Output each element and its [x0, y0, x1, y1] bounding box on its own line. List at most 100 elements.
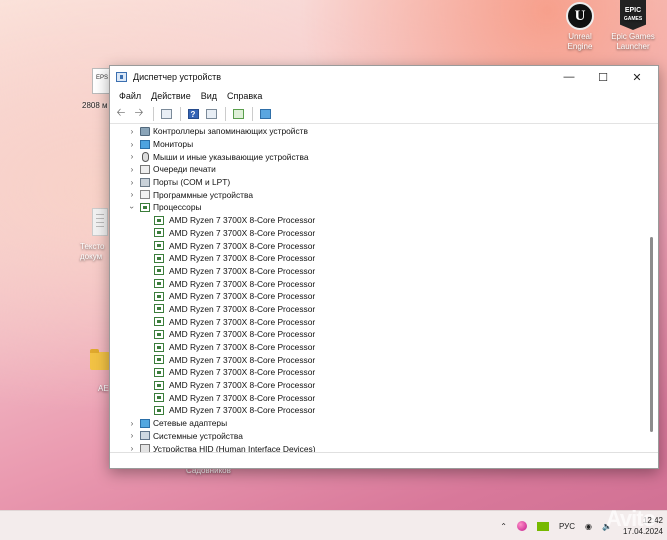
ports-icon — [140, 177, 150, 187]
network-adapter-icon — [140, 418, 150, 428]
network-icon[interactable]: ◉ — [585, 522, 592, 531]
tree-item-label: Сетевые адаптеры — [153, 418, 228, 429]
tree-item-label: Порты (COM и LPT) — [153, 177, 231, 188]
processor-icon — [154, 329, 164, 339]
monitor-icon[interactable] — [257, 106, 273, 122]
tree-category-ports[interactable]: › Порты (COM и LPT) — [111, 176, 641, 189]
desktop-icon-unreal-engine[interactable]: U Unreal Engine — [558, 2, 602, 52]
back-icon[interactable]: 🡠 — [113, 106, 129, 122]
chevron-right-icon[interactable]: › — [127, 165, 137, 174]
tree-category-print-queues[interactable]: › Очереди печати — [111, 163, 641, 176]
processor-icon — [154, 291, 164, 301]
tree-item-processor[interactable]: AMD Ryzen 7 3700X 8-Core Processor — [111, 239, 641, 252]
scan-icon[interactable] — [203, 106, 219, 122]
processor-icon — [154, 279, 164, 289]
tree-item-processor[interactable]: AMD Ryzen 7 3700X 8-Core Processor — [111, 227, 641, 240]
tree-item-label: AMD Ryzen 7 3700X 8-Core Processor — [169, 278, 316, 289]
tree-item-processor[interactable]: AMD Ryzen 7 3700X 8-Core Processor — [111, 277, 641, 290]
processor-icon — [154, 355, 164, 365]
tree-item-label: Очереди печати — [153, 164, 216, 175]
text-document-icon[interactable] — [92, 208, 108, 236]
desktop-icon-epic-games-launcher[interactable]: EPIC GAMES Epic Games Launcher — [608, 0, 658, 52]
menu-help[interactable]: Справка — [222, 91, 267, 101]
tree-item-label: AMD Ryzen 7 3700X 8-Core Processor — [169, 380, 316, 391]
forward-icon[interactable]: 🡢 — [131, 106, 147, 122]
tree-category-processors[interactable]: › Процессоры — [111, 201, 641, 214]
chevron-right-icon[interactable]: › — [127, 178, 137, 187]
vertical-scrollbar[interactable] — [647, 125, 656, 452]
tree-item-processor[interactable]: AMD Ryzen 7 3700X 8-Core Processor — [111, 303, 641, 316]
tree-item-label: AMD Ryzen 7 3700X 8-Core Processor — [169, 342, 316, 353]
language-indicator[interactable]: РУС — [559, 522, 575, 531]
chevron-up-icon[interactable]: ⌃ — [500, 522, 507, 531]
tree-category-hid[interactable]: › Устройства HID (Human Interface Device… — [111, 442, 641, 452]
processor-icon — [140, 202, 150, 212]
tree-item-processor[interactable]: AMD Ryzen 7 3700X 8-Core Processor — [111, 341, 641, 354]
tree-item-label: AMD Ryzen 7 3700X 8-Core Processor — [169, 354, 316, 365]
processor-icon — [154, 228, 164, 238]
menu-action[interactable]: Действие — [146, 91, 196, 101]
tree-item-processor[interactable]: AMD Ryzen 7 3700X 8-Core Processor — [111, 214, 641, 227]
processor-icon — [154, 215, 164, 225]
tree-category-monitors[interactable]: › Мониторы — [111, 138, 641, 151]
title-bar[interactable]: Диспетчер устройств — ☐ ✕ — [110, 66, 658, 88]
chevron-right-icon[interactable]: › — [127, 190, 137, 199]
monitor-icon — [140, 139, 150, 149]
menu-file[interactable]: Файл — [114, 91, 146, 101]
tree-item-processor[interactable]: AMD Ryzen 7 3700X 8-Core Processor — [111, 328, 641, 341]
tree-item-label: AMD Ryzen 7 3700X 8-Core Processor — [169, 405, 316, 416]
processor-icon — [154, 266, 164, 276]
desktop-icon-label: Engine — [567, 42, 593, 51]
tree-item-processor[interactable]: AMD Ryzen 7 3700X 8-Core Processor — [111, 379, 641, 392]
chevron-right-icon[interactable]: › — [127, 140, 137, 149]
tree-item-label: AMD Ryzen 7 3700X 8-Core Processor — [169, 215, 316, 226]
chevron-right-icon[interactable]: › — [127, 444, 137, 452]
tree-category-storage-controllers[interactable]: › Контроллеры запоминающих устройств — [111, 125, 641, 138]
tree-category-system-devices[interactable]: › Системные устройства — [111, 430, 641, 443]
tree-item-label: Мониторы — [153, 139, 194, 150]
tree-item-label: AMD Ryzen 7 3700X 8-Core Processor — [169, 392, 316, 403]
tree-item-processor[interactable]: AMD Ryzen 7 3700X 8-Core Processor — [111, 391, 641, 404]
tree-category-mice[interactable]: › Мыши и иные указывающие устройства — [111, 150, 641, 163]
app-tray-icon[interactable] — [516, 521, 527, 531]
desktop-icon-label: Unreal — [568, 32, 592, 41]
tree-item-processor[interactable]: AMD Ryzen 7 3700X 8-Core Processor — [111, 315, 641, 328]
tree-item-label: Контроллеры запоминающих устройств — [153, 126, 308, 137]
toolbar-separator — [180, 106, 181, 121]
update-driver-icon[interactable] — [230, 106, 246, 122]
tree-item-processor[interactable]: AMD Ryzen 7 3700X 8-Core Processor — [111, 265, 641, 278]
window-title: Диспетчер устройств — [133, 72, 221, 82]
folder-icon[interactable] — [90, 349, 110, 370]
tree-item-processor[interactable]: AMD Ryzen 7 3700X 8-Core Processor — [111, 366, 641, 379]
tree-item-processor[interactable]: AMD Ryzen 7 3700X 8-Core Processor — [111, 252, 641, 265]
device-tree[interactable]: › Контроллеры запоминающих устройств › М… — [111, 125, 641, 452]
close-button[interactable]: ✕ — [620, 66, 654, 88]
tree-item-processor[interactable]: AMD Ryzen 7 3700X 8-Core Processor — [111, 290, 641, 303]
tree-category-software-devices[interactable]: › Программные устройства — [111, 188, 641, 201]
properties-icon[interactable] — [158, 106, 174, 122]
tree-category-network-adapters[interactable]: › Сетевые адаптеры — [111, 417, 641, 430]
chevron-right-icon[interactable]: › — [127, 127, 137, 136]
device-manager-window: Диспетчер устройств — ☐ ✕ Файл Действие … — [109, 65, 659, 469]
help-icon[interactable]: ? — [185, 106, 201, 122]
chevron-right-icon[interactable]: › — [127, 419, 137, 428]
chevron-right-icon[interactable]: › — [127, 431, 137, 440]
desktop-icon-label: Epic Games — [611, 32, 655, 41]
tree-item-label: Устройства HID (Human Interface Devices) — [153, 443, 316, 452]
system-device-icon — [140, 431, 150, 441]
nvidia-icon[interactable] — [536, 521, 549, 531]
chevron-down-icon[interactable]: › — [128, 202, 137, 212]
maximize-button[interactable]: ☐ — [586, 66, 620, 88]
tree-item-label: AMD Ryzen 7 3700X 8-Core Processor — [169, 227, 316, 238]
toolbar-separator — [153, 106, 154, 121]
minimize-button[interactable]: — — [552, 66, 586, 88]
tree-item-processor[interactable]: AMD Ryzen 7 3700X 8-Core Processor — [111, 404, 641, 417]
chevron-right-icon[interactable]: › — [127, 152, 137, 161]
scrollbar-thumb[interactable] — [650, 237, 653, 432]
taskbar: ⌃ РУС ◉ 🔈 12:42 17.04.2024 Avito — [0, 506, 667, 540]
status-bar — [110, 452, 658, 468]
menu-view[interactable]: Вид — [196, 91, 222, 101]
avito-watermark: Avito — [605, 506, 656, 531]
tree-item-processor[interactable]: AMD Ryzen 7 3700X 8-Core Processor — [111, 353, 641, 366]
toolbar-separator — [225, 106, 226, 121]
